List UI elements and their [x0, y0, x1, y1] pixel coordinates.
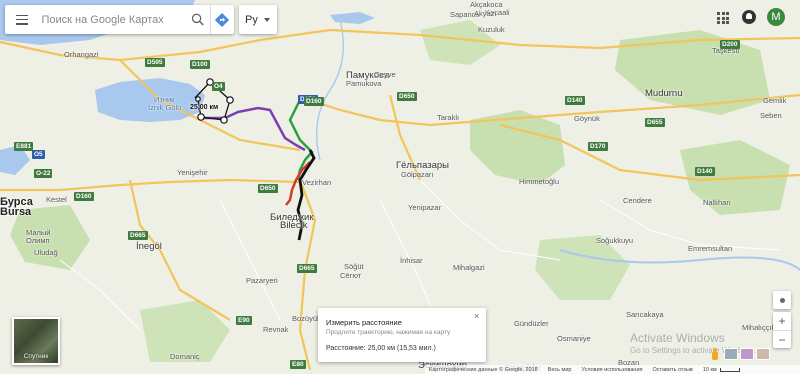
place-label: Söğüt — [344, 262, 364, 271]
zoom-in-button[interactable]: + — [773, 312, 791, 331]
road-badge: D650 — [258, 184, 278, 193]
place-label: Vezirhan — [302, 178, 332, 187]
place-label: Mihalıççık — [742, 323, 776, 332]
road-badge: D595 — [145, 58, 165, 67]
place-label: Gemlik — [763, 96, 787, 105]
zoom-out-button[interactable]: − — [773, 331, 791, 349]
copyright: Картографические данные © Google, 2018 — [429, 366, 538, 373]
place-label: Gölpazarı — [401, 170, 434, 179]
route-distance-label: 25,00 км — [190, 104, 219, 111]
place-label: Yenipazar — [408, 203, 442, 212]
place-label: Göynük — [574, 114, 600, 123]
notifications-icon[interactable] — [742, 10, 756, 24]
satellite-label: Спутник — [23, 353, 49, 360]
road-badge: D140 — [565, 96, 585, 105]
road-badge: E80 — [290, 360, 306, 369]
apps-grid-icon[interactable] — [717, 12, 729, 24]
feedback-link[interactable]: Оставить отзыв — [653, 367, 693, 373]
road-badge: D655 — [645, 118, 665, 127]
place-label: Himmetoğlu — [519, 177, 560, 186]
road-badge: D650 — [397, 92, 417, 101]
road-badge: D170 — [588, 142, 608, 151]
place-label: Pazaryeri — [246, 276, 278, 285]
place-label: Emremsultan — [688, 244, 733, 253]
place-label: Bozüyük — [292, 314, 321, 323]
road-badge: D200 — [720, 40, 740, 49]
language-selector[interactable]: Ру — [239, 5, 277, 34]
road-badge: E881 — [14, 142, 34, 151]
place-label: Yenişehir — [177, 168, 208, 177]
place-label: Domaniç — [170, 352, 200, 361]
imagery-thumb[interactable] — [724, 348, 738, 360]
measure-hint: Продлите траекторию, нажимая на карту — [326, 329, 451, 336]
measure-distance-panel: Измерить расстояние Продлите траекторию,… — [318, 308, 486, 362]
place-label: Osmaniye — [557, 334, 591, 343]
place-label: Олимп — [26, 236, 50, 245]
scale-bar[interactable]: 10 км — [703, 367, 740, 373]
imagery-thumbnails[interactable] — [724, 348, 770, 360]
place-label: Taraklı — [437, 113, 460, 122]
search-box — [5, 5, 234, 34]
zoom-control: + − — [773, 312, 791, 348]
place-label: Seben — [760, 111, 782, 120]
search-icon[interactable] — [190, 10, 206, 30]
place-label: Nallıhan — [703, 198, 731, 207]
road-badge: O4 — [212, 82, 225, 91]
road-badge: D140 — [695, 167, 715, 176]
place-label: Pamukova — [346, 79, 382, 88]
place-label: Akçakoca — [470, 0, 503, 9]
place-label: Kestel — [46, 195, 67, 204]
place-label: Revnak — [263, 325, 289, 334]
place-label: Bilecik — [280, 220, 308, 231]
place-label: Kuzuluk — [478, 25, 505, 34]
road-badge: D160 — [74, 192, 94, 201]
place-label: Cendere — [623, 196, 652, 205]
menu-icon[interactable] — [16, 14, 28, 25]
place-label: Orhangazi — [64, 50, 99, 59]
directions-button[interactable] — [209, 5, 234, 34]
place-label: İznik Gölü — [148, 103, 182, 112]
road-badge: D665 — [128, 231, 148, 240]
road-badge: E90 — [236, 316, 252, 325]
activation-watermark-title: Activate Windows — [630, 331, 725, 345]
place-label: Soğukkuyu — [596, 236, 634, 245]
pegman-icon[interactable] — [711, 348, 719, 360]
measure-distance: Расстояние: 25,00 км (15,53 мил.) — [326, 345, 436, 352]
measure-title: Измерить расстояние — [326, 318, 402, 327]
place-label: Sarıcakaya — [626, 310, 664, 319]
place-label: Akyazı — [474, 9, 497, 18]
directions-icon — [215, 12, 230, 27]
place-label: Geyve — [374, 70, 396, 79]
road-badge: D665 — [297, 264, 317, 273]
avatar[interactable]: M — [767, 8, 785, 26]
search-input[interactable] — [39, 12, 184, 27]
place-label: Сёгют — [340, 271, 362, 280]
place-label: Mihalgazi — [453, 263, 485, 272]
imagery-thumb[interactable] — [756, 348, 770, 360]
place-label: Uludağ — [34, 248, 58, 257]
location-icon — [779, 297, 785, 303]
terms-link[interactable]: Условия использования — [581, 367, 642, 373]
place-label: Mudurnu — [645, 88, 683, 99]
road-badge: O-22 — [34, 169, 53, 178]
place-label: İnhisar — [400, 256, 423, 265]
satellite-toggle[interactable]: Спутник — [12, 317, 60, 365]
chevron-down-icon — [263, 17, 270, 22]
close-icon[interactable]: × — [474, 311, 479, 321]
road-badge: O5 — [32, 150, 45, 159]
language-label: Ру — [245, 13, 258, 26]
place-label: Bursa — [0, 206, 32, 218]
road-badge: D100 — [190, 60, 210, 69]
place-label: Gündüzler — [514, 319, 549, 328]
my-location-button[interactable] — [773, 291, 791, 309]
map-footer: Картографические данные © Google, 2018 В… — [425, 365, 800, 374]
road-badge: D160 — [304, 97, 324, 106]
place-label: İnegöl — [136, 241, 162, 252]
imagery-thumb[interactable] — [740, 348, 754, 360]
region-link[interactable]: Весь мир — [548, 367, 572, 373]
